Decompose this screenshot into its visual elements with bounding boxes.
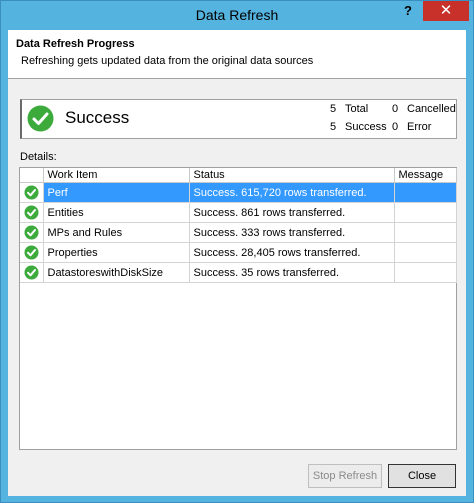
row-status-cell [20, 182, 44, 203]
table-row[interactable]: MPs and Rules Success. 333 rows transfer… [20, 222, 457, 243]
success-check-icon [24, 245, 39, 260]
close-button[interactable]: Close [388, 464, 456, 488]
success-check-icon [27, 105, 54, 132]
column-header-message[interactable]: Message [394, 168, 457, 183]
message-cell [394, 222, 457, 243]
window-close-button[interactable]: ✕ [423, 1, 469, 21]
status-cell: Success. 28,405 rows transferred. [189, 242, 395, 263]
message-cell [394, 262, 457, 283]
header-panel: Data Refresh Progress Refreshing gets up… [8, 30, 466, 79]
table-row[interactable]: DatastoreswithDiskSize Success. 35 rows … [20, 262, 457, 283]
work-item-cell: Perf [43, 182, 190, 203]
details-label: Details: [20, 151, 57, 163]
table-row[interactable]: Properties Success. 28,405 rows transfer… [20, 242, 457, 263]
status-cell: Success. 861 rows transferred. [189, 202, 395, 223]
cancelled-count: 0 [392, 103, 399, 115]
status-cell: Success. 35 rows transferred. [189, 262, 395, 283]
data-refresh-dialog: Data Refresh ? ✕ Data Refresh Progress R… [0, 0, 474, 503]
total-label: Total [345, 103, 369, 115]
row-status-cell [20, 262, 44, 283]
details-table: Work Item Status Message Perf Success. 6… [20, 168, 457, 283]
row-status-cell [20, 202, 44, 223]
work-item-cell: Entities [43, 202, 190, 223]
header-subtitle: Refreshing gets updated data from the or… [21, 55, 314, 67]
success-check-icon [24, 185, 39, 200]
success-check-icon [24, 265, 39, 280]
error-count: 0 [392, 121, 399, 133]
icon-column-header[interactable] [20, 168, 44, 183]
column-header-status[interactable]: Status [189, 168, 395, 183]
message-cell [394, 242, 457, 263]
error-label: Error [407, 121, 432, 133]
stop-refresh-button[interactable]: Stop Refresh [308, 464, 382, 488]
message-cell [394, 202, 457, 223]
success-check-icon [24, 205, 39, 220]
total-count: 5 [330, 103, 337, 115]
status-cell: Success. 615,720 rows transferred. [189, 182, 395, 203]
dialog-body: Data Refresh Progress Refreshing gets up… [8, 30, 466, 496]
row-status-cell [20, 222, 44, 243]
table-row[interactable]: Perf Success. 615,720 rows transferred. [20, 182, 457, 203]
success-check-icon [24, 225, 39, 240]
work-item-cell: MPs and Rules [43, 222, 190, 243]
work-item-cell: DatastoreswithDiskSize [43, 262, 190, 283]
summary-panel: Success 5 Total 0 Cancelled 5 Success 0 … [20, 99, 457, 139]
status-cell: Success. 333 rows transferred. [189, 222, 395, 243]
row-status-cell [20, 242, 44, 263]
work-item-cell: Properties [43, 242, 190, 263]
cancelled-label: Cancelled [407, 103, 456, 115]
title-bar[interactable]: Data Refresh ? ✕ [1, 1, 473, 30]
header-title: Data Refresh Progress [16, 38, 135, 50]
column-header-work-item[interactable]: Work Item [43, 168, 190, 183]
table-row[interactable]: Entities Success. 861 rows transferred. [20, 202, 457, 223]
table-header-row: Work Item Status Message [20, 168, 457, 183]
help-button[interactable]: ? [395, 1, 421, 21]
success-label: Success [345, 121, 387, 133]
details-grid[interactable]: Work Item Status Message Perf Success. 6… [19, 167, 457, 450]
overall-status: Success [65, 108, 130, 127]
success-count: 5 [330, 121, 337, 133]
message-cell [394, 182, 457, 203]
